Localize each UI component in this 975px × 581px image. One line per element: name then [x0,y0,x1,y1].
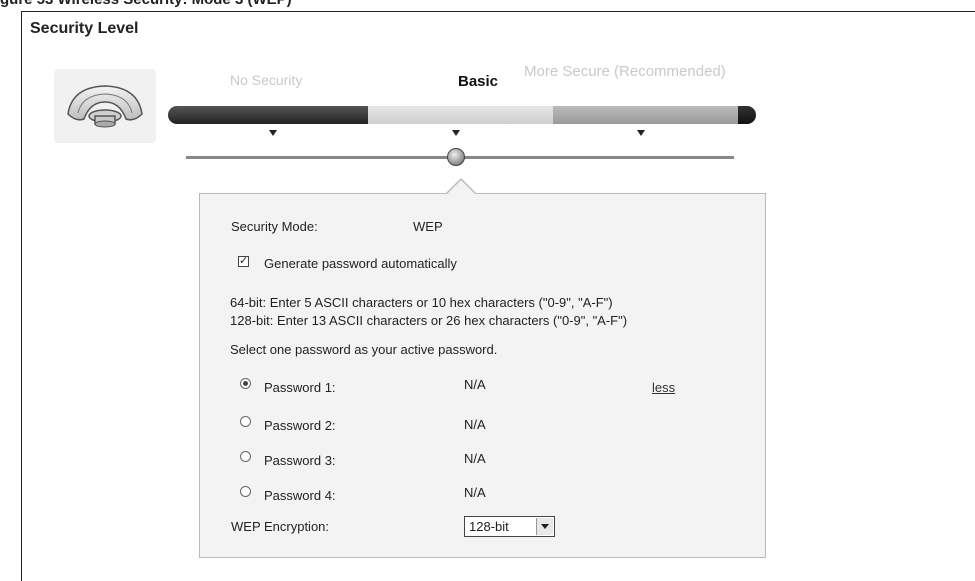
chevron-down-icon[interactable] [536,518,553,535]
password-3-value: N/A [464,451,486,466]
security-mode-value: WEP [413,219,443,234]
password-4-label: Password 4: [264,488,336,503]
level-segment-basic [368,106,553,124]
wep-settings-panel [199,193,766,558]
password-2-value: N/A [464,417,486,432]
level-marker-basic [452,130,460,136]
password-1-value: N/A [464,377,486,392]
password-2-label: Password 2: [264,418,336,433]
level-segment-secure [553,106,738,124]
generate-password-label: Generate password automatically [264,256,457,271]
panel-pointer-fill [447,180,475,194]
level-marker-no-security [269,130,277,136]
wireless-router-icon [54,69,156,143]
password-3-label: Password 3: [264,453,336,468]
password-3-radio[interactable] [240,451,251,462]
password-2-radio[interactable] [240,416,251,427]
generate-password-checkbox[interactable]: ✓ [238,256,249,267]
checkmark-icon: ✓ [239,255,249,267]
level-label-basic[interactable]: Basic [458,73,498,90]
level-label-more-secure[interactable]: More Secure (Recommended) [524,63,726,80]
level-label-no-security[interactable]: No Security [230,72,302,88]
figure-caption: gure 53 Wireless Security: Mode 3 (WEP) [0,0,292,8]
password-4-value: N/A [464,485,486,500]
less-link[interactable]: less [652,380,675,395]
password-1-radio[interactable] [240,378,251,389]
page-title: Security Level [30,20,139,37]
figure-caption-strip: gure 53 Wireless Security: Mode 3 (WEP) [0,0,975,10]
hint-64bit: 64-bit: Enter 5 ASCII characters or 10 h… [230,295,613,310]
wep-encryption-value: 128-bit [469,519,509,534]
security-level-bar [168,106,756,124]
hint-128bit: 128-bit: Enter 13 ASCII characters or 26… [230,313,628,328]
select-password-prompt: Select one password as your active passw… [230,342,498,357]
level-segment-end [738,106,756,124]
wep-encryption-label: WEP Encryption: [231,519,330,534]
level-segment-low [168,106,368,124]
password-4-radio[interactable] [240,486,251,497]
wireless-router-svg [67,85,143,128]
level-marker-more-secure [637,130,645,136]
password-1-label: Password 1: [264,380,336,395]
security-mode-label: Security Mode: [231,219,318,234]
slider-knob[interactable] [447,148,465,166]
wep-encryption-select[interactable]: 128-bit [464,516,555,537]
